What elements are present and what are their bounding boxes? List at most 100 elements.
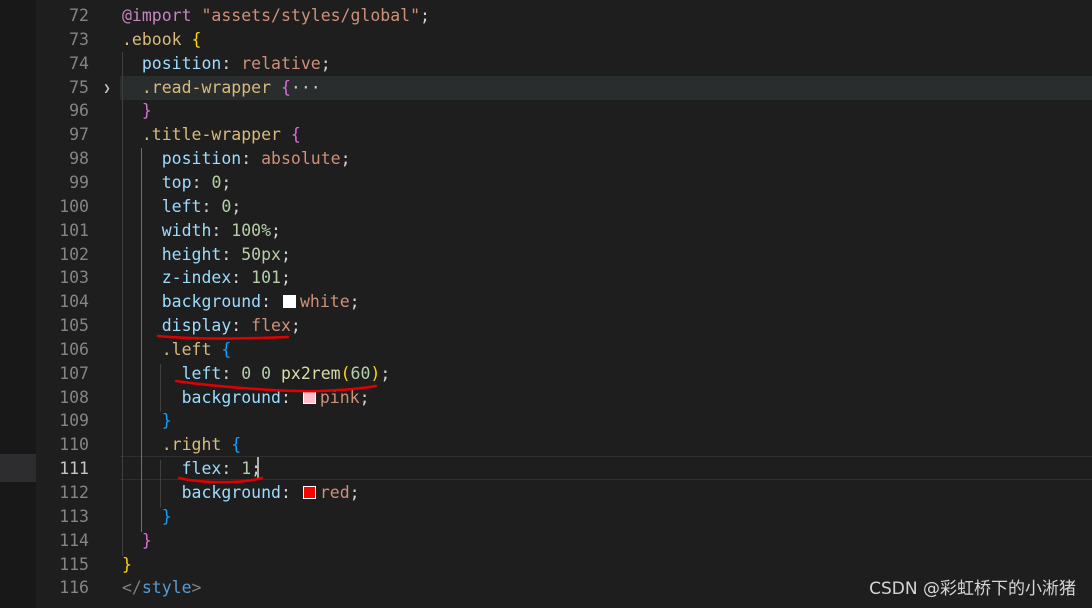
code-token: : — [221, 245, 242, 264]
color-swatch[interactable] — [302, 391, 316, 404]
code-line-72[interactable]: 72 @import "assets/styles/global"; — [0, 4, 1092, 28]
color-swatch[interactable] — [302, 486, 316, 499]
code-line-108[interactable]: 108 background: pink; — [0, 386, 1092, 410]
line-number: 101 — [59, 221, 89, 240]
code-line-106[interactable]: 106 .left { — [0, 338, 1092, 362]
code-text: position: relative; — [122, 52, 331, 76]
code-token: ; — [290, 316, 301, 335]
code-token: 1 — [241, 459, 252, 478]
code-text: z-index: 101; — [122, 266, 291, 290]
code-token: { — [280, 78, 291, 97]
code-token: flex — [251, 316, 291, 335]
code-line-112[interactable]: 112 background: red; — [0, 481, 1092, 505]
code-token: 60 — [350, 364, 371, 383]
code-line-100[interactable]: 100 left: 0; — [0, 195, 1092, 219]
code-token: } — [141, 101, 152, 120]
code-token: : — [201, 197, 222, 216]
code-token: : — [280, 483, 301, 502]
code-line-96[interactable]: 96 } — [0, 99, 1092, 123]
line-number: 109 — [59, 411, 89, 430]
code-text: flex: 1; — [122, 457, 262, 481]
code-token: position — [141, 54, 222, 73]
code-token: .read-wrapper — [141, 78, 272, 97]
code-token: "assets/styles/global" — [201, 6, 421, 25]
code-line-109[interactable]: 109 } — [0, 409, 1092, 433]
line-number: 97 — [69, 125, 89, 144]
code-token: } — [161, 507, 172, 526]
code-line-111[interactable]: 111 flex: 1; — [0, 457, 1092, 481]
code-token: red — [319, 483, 350, 502]
code-token: ; — [359, 388, 370, 407]
chevron-right-icon[interactable]: ❯ — [100, 76, 114, 100]
code-token: : — [280, 388, 301, 407]
code-token: 100% — [231, 221, 272, 240]
code-text: width: 100%; — [122, 219, 281, 243]
code-token: : — [241, 149, 262, 168]
code-line-74[interactable]: 74 position: relative; — [0, 52, 1092, 76]
code-text: left: 0; — [122, 195, 242, 219]
line-number: 99 — [69, 173, 89, 192]
code-line-102[interactable]: 102 height: 50px; — [0, 243, 1092, 267]
code-token: .right — [161, 435, 222, 454]
code-line-97[interactable]: 97 .title-wrapper { — [0, 123, 1092, 147]
code-token: relative — [241, 54, 321, 73]
code-text: .read-wrapper {··· — [122, 76, 321, 100]
code-token: px2rem — [280, 364, 341, 383]
code-token: } — [161, 411, 172, 430]
code-line-98[interactable]: 98 position: absolute; — [0, 147, 1092, 171]
line-number: 100 — [59, 197, 89, 216]
code-editor[interactable]: 72 @import "assets/styles/global"; 73 .eboo… — [0, 0, 1092, 608]
code-line-99[interactable]: 99 top: 0; — [0, 171, 1092, 195]
line-number: 72 — [69, 6, 89, 25]
code-text: background: red; — [122, 481, 360, 505]
code-token: </ — [122, 578, 142, 597]
line-number: 96 — [69, 101, 89, 120]
code-text: display: flex; — [122, 314, 301, 338]
code-token: { — [290, 125, 301, 144]
line-number: 115 — [59, 555, 89, 574]
code-line-75[interactable]: 75 ❯ .read-wrapper {··· — [0, 76, 1092, 100]
code-token: .ebook — [122, 30, 182, 49]
code-line-103[interactable]: 103 z-index: 101; — [0, 266, 1092, 290]
code-token: ; — [349, 292, 360, 311]
code-line-101[interactable]: 101 width: 100%; — [0, 219, 1092, 243]
code-token: > — [191, 578, 202, 597]
line-number: 98 — [69, 149, 89, 168]
code-token: } — [122, 555, 132, 574]
code-line-113[interactable]: 113 } — [0, 505, 1092, 529]
code-token: background — [181, 388, 281, 407]
code-line-114[interactable]: 114 } — [0, 529, 1092, 553]
text-cursor — [257, 457, 259, 479]
code-token: ; — [271, 221, 281, 240]
code-text: .right { — [122, 433, 241, 457]
code-line-104[interactable]: 104 background: white; — [0, 290, 1092, 314]
code-text: @import "assets/styles/global"; — [122, 4, 430, 28]
code-line-110[interactable]: 110 .right { — [0, 433, 1092, 457]
code-token: : — [231, 316, 252, 335]
code-token: { — [221, 340, 232, 359]
code-token: ; — [349, 483, 360, 502]
code-line-73[interactable]: 73 .ebook { — [0, 28, 1092, 52]
color-swatch[interactable] — [282, 295, 296, 308]
code-token: : — [191, 173, 212, 192]
line-number: 105 — [59, 316, 89, 335]
code-token: ) — [370, 364, 381, 383]
code-line-107[interactable]: 107 left: 0 0 px2rem(60); — [0, 362, 1092, 386]
code-text: background: pink; — [122, 386, 370, 410]
code-line-105[interactable]: 105 display: flex; — [0, 314, 1092, 338]
code-token: ( — [340, 364, 351, 383]
